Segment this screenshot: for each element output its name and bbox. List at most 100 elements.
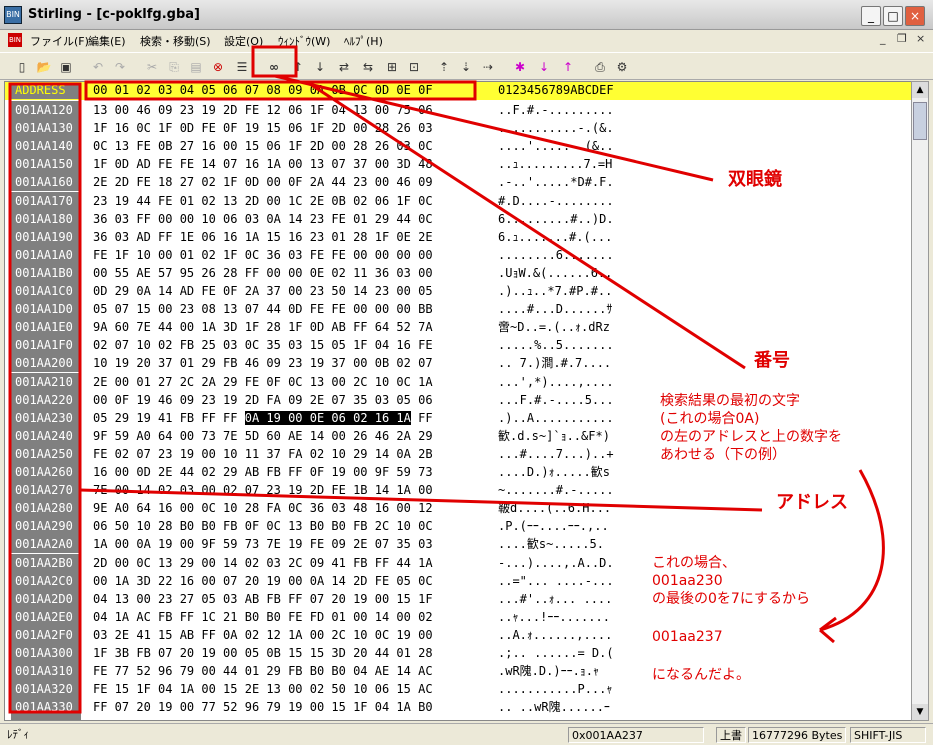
hex-row[interactable]: 001AA1A0 FE 1F 10 00 01 02 1F 0C 36 03 FE… <box>5 245 911 264</box>
row-hex-bytes[interactable]: 0C 13 FE 0B 27 16 00 15 06 1F 2D 00 28 2… <box>93 137 433 155</box>
hex-row[interactable]: 001AA260 16 00 0D 2E 44 02 29 AB FB FF 0F… <box>5 463 911 481</box>
row-hex-bytes[interactable]: 03 2E 41 15 AB FF 0A 02 12 1A 00 2C 10 0… <box>93 626 433 644</box>
menu-edit[interactable]: 編集(E) <box>88 33 126 49</box>
hex-row[interactable]: 001AA310 FE 77 52 96 79 00 44 01 29 FB B0… <box>5 662 911 681</box>
hex-row[interactable]: 001AA1C0 0D 29 0A 14 AD FE 0F 2A 37 00 23… <box>5 282 911 300</box>
row-ascii[interactable]: ｬ...APｬ...A <box>498 716 575 720</box>
find-prev-icon[interactable]: ↑ <box>288 57 308 77</box>
row-hex-bytes[interactable]: 04 1A AC FB FF 1C 21 B0 B0 FE FD 01 00 1… <box>93 608 433 626</box>
row-ascii[interactable]: 鞁d....(..6.H... <box>498 499 611 517</box>
hex-row[interactable]: 001AA140 0C 13 FE 0B 27 16 00 15 06 1F 2D… <box>5 137 911 156</box>
hex-row[interactable]: 001AA2A0 1A 00 0A 19 00 9F 59 73 7E 19 FE… <box>5 535 911 554</box>
row-hex-bytes[interactable]: 9E A0 64 16 00 0C 10 28 FA 0C 36 03 48 1… <box>93 499 433 517</box>
row-hex-bytes[interactable]: 00 55 AE 57 95 26 28 FF 00 00 0E 02 11 3… <box>93 264 433 282</box>
row-ascii[interactable]: .)..A........... <box>498 409 614 427</box>
page-down-icon[interactable]: ⇣ <box>456 57 476 77</box>
minimize-button[interactable]: _ <box>861 6 881 26</box>
hex-row[interactable]: 001AA190 36 03 AD FF 1E 06 16 1A 15 16 23… <box>5 227 911 246</box>
row-ascii[interactable]: ..A.ｫ......,.... <box>498 626 612 644</box>
row-hex-bytes[interactable]: 9F 59 A0 64 00 73 7E 5D 60 AE 14 00 26 4… <box>93 427 433 445</box>
row-hex-bytes[interactable]: 05 07 15 00 23 08 13 07 44 0D FE FE 00 0… <box>93 300 433 318</box>
row-ascii[interactable]: ...F.#.-....5... <box>498 391 614 409</box>
hex-row[interactable]: 001AA210 2E 00 01 27 2C 2A 29 FE 0F 0C 13… <box>5 372 911 391</box>
row-ascii[interactable]: 6.ｭ.......#.(... <box>498 228 612 246</box>
hex-row[interactable]: 001AA180 36 03 FF 00 00 10 06 03 0A 14 23… <box>5 209 911 228</box>
print-icon[interactable]: ⎙ <box>590 57 610 77</box>
redo-icon[interactable]: ↷ <box>110 57 130 77</box>
row-ascii[interactable]: ...',*)....,.... <box>498 373 614 391</box>
row-ascii[interactable]: .UｮW.&(......6.. <box>498 264 612 282</box>
row-hex-bytes[interactable]: 13 00 46 09 23 19 2D FE 12 06 1F 04 13 0… <box>93 101 433 119</box>
delete-icon[interactable]: ⊗ <box>208 57 228 77</box>
row-hex-bytes[interactable]: 1F 16 0C 1F 0D FE 0F 19 15 06 1F 2D 00 2… <box>93 119 433 137</box>
row-hex-bytes[interactable]: 2D 00 0C 13 29 00 14 02 03 2C 09 41 FB F… <box>93 554 433 572</box>
hex-row[interactable]: 001AA1E0 9A 60 7E 44 00 1A 3D 1F 28 1F 0D… <box>5 318 911 337</box>
hex-row[interactable]: 001AA290 06 50 10 28 B0 B0 FB 0F 0C 13 B0… <box>5 517 911 536</box>
hex-row[interactable]: 001AA1D0 05 07 15 00 23 08 13 07 44 0D FE… <box>5 300 911 319</box>
menu-search-move[interactable]: 検索・移動(S) <box>140 33 211 49</box>
row-hex-bytes[interactable]: 7E 00 14 02 03 00 02 07 23 19 2D FE 1B 1… <box>93 481 433 499</box>
save-icon[interactable]: ▣ <box>56 57 76 77</box>
row-hex-bytes[interactable]: 36 03 AD FF 1E 06 16 1A 15 16 23 01 28 1… <box>93 228 433 246</box>
row-hex-bytes[interactable]: 9D AC FE FD 06 00 41 50 19 00 15 AC FE 0… <box>93 716 433 720</box>
document-icon[interactable]: BIN <box>8 33 22 47</box>
new-file-icon[interactable]: ▯ <box>12 57 32 77</box>
row-ascii[interactable]: .. ..wR隗......ｰ <box>498 698 610 716</box>
hex-row[interactable]: 001AA340 9D AC FE FD 06 00 41 50 19 00 15… <box>5 716 911 720</box>
row-ascii[interactable]: 6.........#..)D. <box>498 210 614 228</box>
row-ascii[interactable]: ....'.....-.(&.. <box>498 137 614 155</box>
close-button[interactable]: × <box>905 6 925 26</box>
row-hex-bytes[interactable]: 1F 0D AD FE FE 14 07 16 1A 00 13 07 37 0… <box>93 155 433 173</box>
find-next-icon[interactable]: ↓ <box>310 57 330 77</box>
row-hex-bytes[interactable]: 10 19 20 37 01 29 FB 46 09 23 19 37 00 0… <box>93 354 433 372</box>
row-ascii[interactable]: ...#....7...)..+ <box>498 445 614 463</box>
row-ascii[interactable]: ..ｬ...!ｰｰ....... <box>498 608 610 626</box>
row-ascii[interactable]: ........6....... <box>498 246 614 264</box>
row-ascii[interactable]: ..="... ....-... <box>498 572 614 590</box>
hex-row[interactable]: 001AA320 FE 15 1F 04 1A 00 15 2E 13 00 02… <box>5 680 911 699</box>
row-hex-bytes[interactable]: 9A 60 7E 44 00 1A 3D 1F 28 1F 0D AB FF 6… <box>93 318 433 336</box>
row-hex-bytes[interactable]: 23 19 44 FE 01 02 13 2D 00 1C 2E 0B 02 0… <box>93 192 433 210</box>
search-result-selection[interactable]: 0A 19 00 0E 06 02 16 1A <box>244 410 411 425</box>
row-ascii[interactable]: .wR隗.D.)ｰｰ.ｮ.ｬ <box>498 662 599 680</box>
list-icon[interactable]: ☰ <box>232 57 252 77</box>
row-ascii[interactable]: ....#...D......ｻ <box>498 300 612 318</box>
mark-icon[interactable]: ✱ <box>510 57 530 77</box>
row-hex-bytes[interactable]: FE 15 1F 04 1A 00 15 2E 13 00 02 50 10 0… <box>93 680 433 698</box>
row-ascii[interactable]: -...)....,.A..D. <box>498 554 614 572</box>
row-hex-bytes[interactable]: 06 50 10 28 B0 B0 FB 0F 0C 13 B0 B0 FB 2… <box>93 517 433 535</box>
copy-icon[interactable]: ⎘ <box>164 57 184 77</box>
row-hex-bytes[interactable]: 00 1A 3D 22 16 00 07 20 19 00 0A 14 2D F… <box>93 572 433 590</box>
row-hex-bytes[interactable]: 05 29 19 41 FB FF FF 0A 19 00 0E 06 02 1… <box>93 409 433 427</box>
hex-row[interactable]: 001AA330 FF 07 20 19 00 77 52 96 79 19 00… <box>5 698 911 717</box>
row-hex-bytes[interactable]: FF 07 20 19 00 77 52 96 79 19 00 15 1F 0… <box>93 698 433 716</box>
row-hex-bytes[interactable]: 2E 00 01 27 2C 2A 29 FE 0F 0C 13 00 2C 1… <box>93 373 433 391</box>
menu-window[interactable]: ｳｨﾝﾄﾞｳ(W) <box>278 33 330 49</box>
row-hex-bytes[interactable]: FE 1F 10 00 01 02 1F 0C 36 03 FE FE 00 0… <box>93 246 433 264</box>
hex-row[interactable]: 001AA300 1F 3B FB 07 20 19 00 05 0B 15 15… <box>5 644 911 662</box>
menu-help[interactable]: ﾍﾙﾌﾟ(H) <box>344 33 383 49</box>
row-ascii[interactable]: .. 7.)澗.#.7.... <box>498 354 611 372</box>
hex-row[interactable]: 001AA130 1F 16 0C 1F 0D FE 0F 19 15 06 1F… <box>5 119 911 138</box>
page-goto-icon[interactable]: ⇢ <box>478 57 498 77</box>
hex-row[interactable]: 001AA120 13 00 46 09 23 19 2D FE 12 06 1F… <box>5 101 911 119</box>
replace-icon[interactable]: ⇄ <box>334 57 354 77</box>
row-hex-bytes[interactable]: 16 00 0D 2E 44 02 29 AB FB FF 0F 19 00 9… <box>93 463 433 481</box>
hex-row[interactable]: 001AA2E0 04 1A AC FB FF 1C 21 B0 B0 FE FD… <box>5 607 911 626</box>
row-ascii[interactable]: ...........-.(&. <box>498 119 614 137</box>
settings-icon[interactable]: ⚙ <box>612 57 632 77</box>
row-hex-bytes[interactable]: 0D 29 0A 14 AD FE 0F 2A 37 00 23 50 14 2… <box>93 282 433 300</box>
find-box-icon[interactable]: ⊞ <box>382 57 402 77</box>
hex-row[interactable]: 001AA2F0 03 2E 41 15 AB FF 0A 02 12 1A 00… <box>5 625 911 644</box>
hex-row[interactable]: 001AA1B0 00 55 AE 57 95 26 28 FF 00 00 0E… <box>5 263 911 282</box>
row-ascii[interactable]: ~.......#.-..... <box>498 481 614 499</box>
row-ascii[interactable]: .P.(ｰｰ....ｰｰ.,.. <box>498 517 609 535</box>
row-hex-bytes[interactable]: FE 77 52 96 79 00 44 01 29 FB B0 B0 04 A… <box>93 662 433 680</box>
row-ascii[interactable]: ..ｭ.........7.=H <box>498 155 612 173</box>
mdi-minimize-button[interactable]: _ <box>880 32 886 45</box>
scroll-down-arrow-icon[interactable]: ▼ <box>912 704 928 720</box>
row-ascii[interactable]: #.D....-........ <box>498 192 614 210</box>
row-hex-bytes[interactable]: 2E 2D FE 18 27 02 1F 0D 00 0F 2A 44 23 0… <box>93 173 433 191</box>
page-up-icon[interactable]: ⇡ <box>434 57 454 77</box>
hex-row[interactable]: 001AA170 23 19 44 FE 01 02 13 2D 00 1C 2E… <box>5 191 911 210</box>
